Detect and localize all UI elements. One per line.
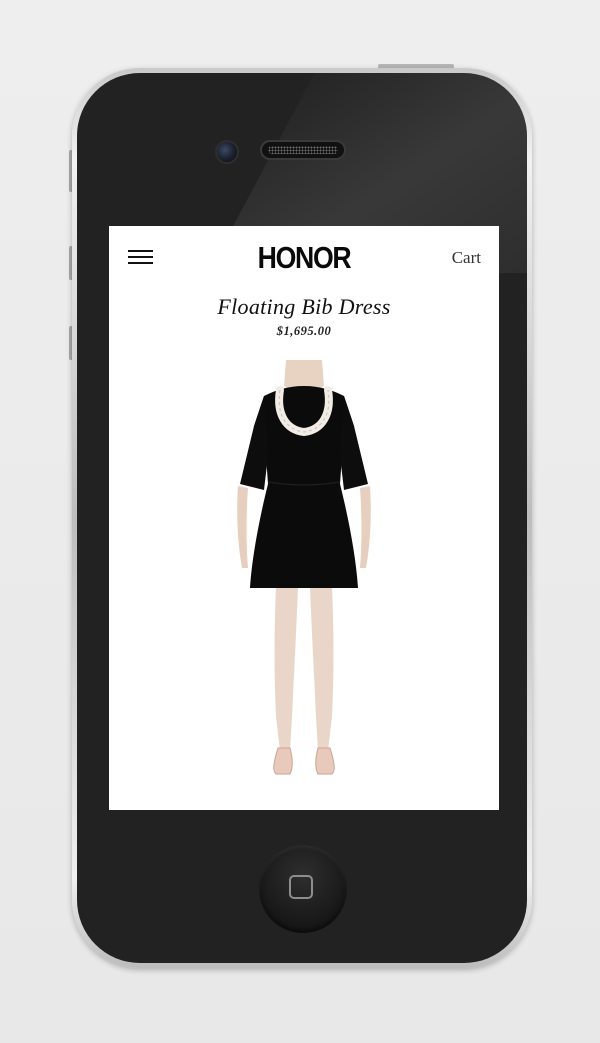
device-mockup: HONOR Cart Floating Bib Dress $1,695.00 — [0, 0, 600, 1043]
product-title: Floating Bib Dress — [217, 294, 391, 319]
product-photo[interactable] — [224, 356, 384, 786]
home-button-square-icon — [289, 875, 313, 899]
front-camera-icon — [215, 140, 239, 164]
product-price: $1,695.00 — [276, 324, 332, 338]
cart-link[interactable]: Cart — [452, 248, 481, 268]
phone-screen: HONOR Cart Floating Bib Dress $1,695.00 — [109, 226, 499, 810]
earpiece-speaker-icon — [260, 140, 346, 160]
brand-logo[interactable]: HONOR — [136, 240, 471, 276]
home-button[interactable] — [259, 845, 347, 933]
